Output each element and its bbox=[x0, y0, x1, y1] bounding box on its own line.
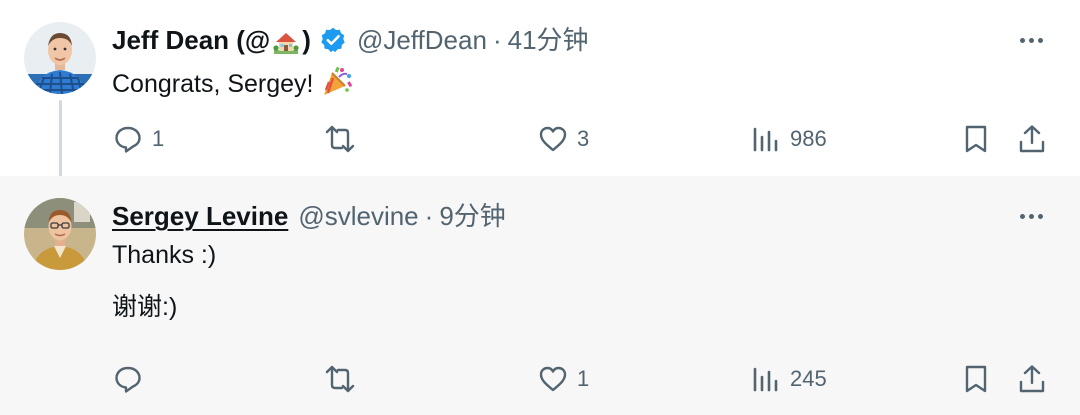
house-with-garden-emoji-icon bbox=[272, 28, 300, 56]
tweet-text-line-2: 谢谢:) bbox=[112, 293, 178, 321]
display-name-suffix: ) bbox=[302, 25, 311, 55]
views-chart-icon bbox=[753, 367, 778, 392]
bookmark-button[interactable] bbox=[960, 117, 992, 161]
share-icon bbox=[1019, 125, 1045, 153]
reply-icon bbox=[115, 126, 141, 153]
retweet-icon bbox=[325, 365, 355, 393]
more-options-icon[interactable] bbox=[1016, 204, 1046, 228]
like-count: 1 bbox=[577, 366, 590, 391]
views-count: 986 bbox=[790, 126, 827, 151]
reply-button[interactable]: 1 bbox=[112, 117, 164, 161]
user-handle[interactable]: @svlevine bbox=[298, 196, 418, 236]
display-name[interactable]: Sergey Levine bbox=[112, 196, 288, 236]
tweet-header: Jeff Dean (@ ) @JeffDean · 41分钟 bbox=[112, 20, 589, 60]
share-icon bbox=[1019, 365, 1045, 393]
views-button[interactable]: 986 bbox=[750, 117, 827, 161]
tweet-actions: 1 245 bbox=[0, 357, 1080, 401]
user-handle[interactable]: @JeffDean bbox=[357, 20, 487, 60]
bookmark-button[interactable] bbox=[960, 357, 992, 401]
share-button[interactable] bbox=[1016, 117, 1048, 161]
display-name-text: Jeff Dean (@ bbox=[112, 25, 271, 55]
heart-icon bbox=[539, 126, 567, 152]
tweet-jeff-dean[interactable]: Jeff Dean (@ ) @JeffDean · 41分钟 Congrats bbox=[0, 0, 1080, 190]
tweet-text: Congrats, Sergey! bbox=[112, 64, 354, 101]
tweet-timestamp[interactable]: 9分钟 bbox=[439, 196, 505, 236]
like-button[interactable]: 3 bbox=[537, 117, 589, 161]
tweet-header: Sergey Levine @svlevine · 9分钟 bbox=[112, 196, 506, 236]
heart-icon bbox=[539, 366, 567, 392]
bookmark-icon bbox=[965, 365, 987, 393]
more-options-icon[interactable] bbox=[1016, 28, 1046, 52]
reply-count: 1 bbox=[152, 126, 165, 151]
tweet-actions: 1 3 986 bbox=[0, 117, 1080, 161]
tweet-text-line: Congrats, Sergey! bbox=[112, 70, 314, 98]
retweet-icon bbox=[325, 125, 355, 153]
bookmark-icon bbox=[965, 125, 987, 153]
tweet-timestamp[interactable]: 41分钟 bbox=[508, 20, 589, 60]
display-name[interactable]: Jeff Dean (@ ) bbox=[112, 20, 311, 60]
tweet-sergey-levine[interactable]: Sergey Levine @svlevine · 9分钟 Thanks :) … bbox=[0, 176, 1080, 415]
reply-button[interactable] bbox=[112, 357, 152, 401]
retweet-button[interactable] bbox=[324, 357, 364, 401]
like-button[interactable]: 1 bbox=[537, 357, 589, 401]
views-button[interactable]: 245 bbox=[750, 357, 827, 401]
party-popper-emoji-icon bbox=[320, 64, 354, 98]
separator-dot: · bbox=[492, 25, 502, 55]
retweet-button[interactable] bbox=[324, 117, 364, 161]
avatar-sergey-levine[interactable] bbox=[24, 198, 96, 270]
separator-dot: · bbox=[424, 201, 434, 231]
avatar-jeff-dean[interactable] bbox=[24, 22, 96, 94]
reply-icon bbox=[115, 366, 141, 393]
tweet-text-line-1: Thanks :) bbox=[112, 241, 217, 269]
views-count: 245 bbox=[790, 366, 827, 391]
share-button[interactable] bbox=[1016, 357, 1048, 401]
verified-badge-icon[interactable] bbox=[319, 26, 347, 54]
like-count: 3 bbox=[577, 126, 590, 151]
views-chart-icon bbox=[753, 127, 778, 152]
